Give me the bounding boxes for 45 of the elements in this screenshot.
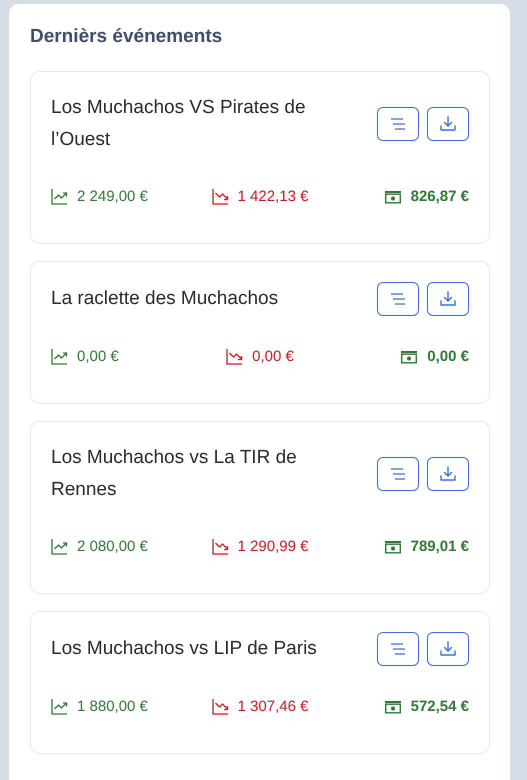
- income-amount: 2 249,00 €: [77, 188, 148, 205]
- download-icon: [439, 290, 457, 308]
- trend-down-icon: [212, 188, 229, 205]
- menu-icon: [389, 642, 407, 656]
- trend-up-icon: [51, 698, 68, 715]
- menu-icon: [389, 292, 407, 306]
- download-button[interactable]: [427, 282, 469, 316]
- net-amount: 789,01 €: [410, 538, 469, 555]
- menu-icon: [389, 117, 407, 131]
- banknote-icon: [384, 700, 402, 714]
- net-amount: 572,54 €: [410, 698, 469, 715]
- download-icon: [439, 465, 457, 483]
- banknote-icon: [400, 350, 418, 364]
- trend-down-icon: [212, 698, 229, 715]
- details-button[interactable]: [377, 457, 419, 491]
- download-icon: [439, 640, 457, 658]
- download-button[interactable]: [427, 457, 469, 491]
- banknote-icon: [384, 190, 402, 204]
- trend-down-icon: [226, 348, 244, 365]
- banknote-icon: [384, 540, 402, 554]
- trend-up-icon: [51, 348, 68, 365]
- download-icon: [439, 115, 457, 133]
- download-button[interactable]: [427, 632, 469, 666]
- income-amount: 1 880,00 €: [77, 698, 148, 715]
- event-title: Los Muchachos vs LIP de Paris: [51, 637, 317, 661]
- event-title: Los Muchachos vs La TIR de Rennes: [51, 446, 298, 502]
- income-amount: 0,00 €: [77, 348, 119, 365]
- event-title: La raclette des Muchachos: [51, 287, 278, 311]
- section-title: Dernièrs événements: [30, 26, 224, 48]
- details-button[interactable]: [377, 107, 419, 141]
- details-button[interactable]: [377, 282, 419, 316]
- trend-up-icon: [51, 538, 68, 555]
- trend-down-icon: [212, 538, 229, 555]
- net-amount: 0,00 €: [427, 348, 469, 365]
- expenses-amount: 1 422,13 €: [238, 188, 308, 205]
- download-button[interactable]: [427, 107, 469, 141]
- expenses-amount: 0,00 €: [252, 348, 294, 365]
- trend-up-icon: [51, 188, 68, 205]
- expenses-amount: 1 290,99 €: [238, 538, 308, 555]
- income-amount: 2 080,00 €: [77, 538, 148, 555]
- net-amount: 826,87 €: [410, 188, 469, 205]
- menu-icon: [389, 467, 407, 481]
- expenses-amount: 1 307,46 €: [238, 698, 308, 715]
- details-button[interactable]: [377, 632, 419, 666]
- event-title: Los Muchachos VS Pirates de l’Ouest: [51, 96, 307, 152]
